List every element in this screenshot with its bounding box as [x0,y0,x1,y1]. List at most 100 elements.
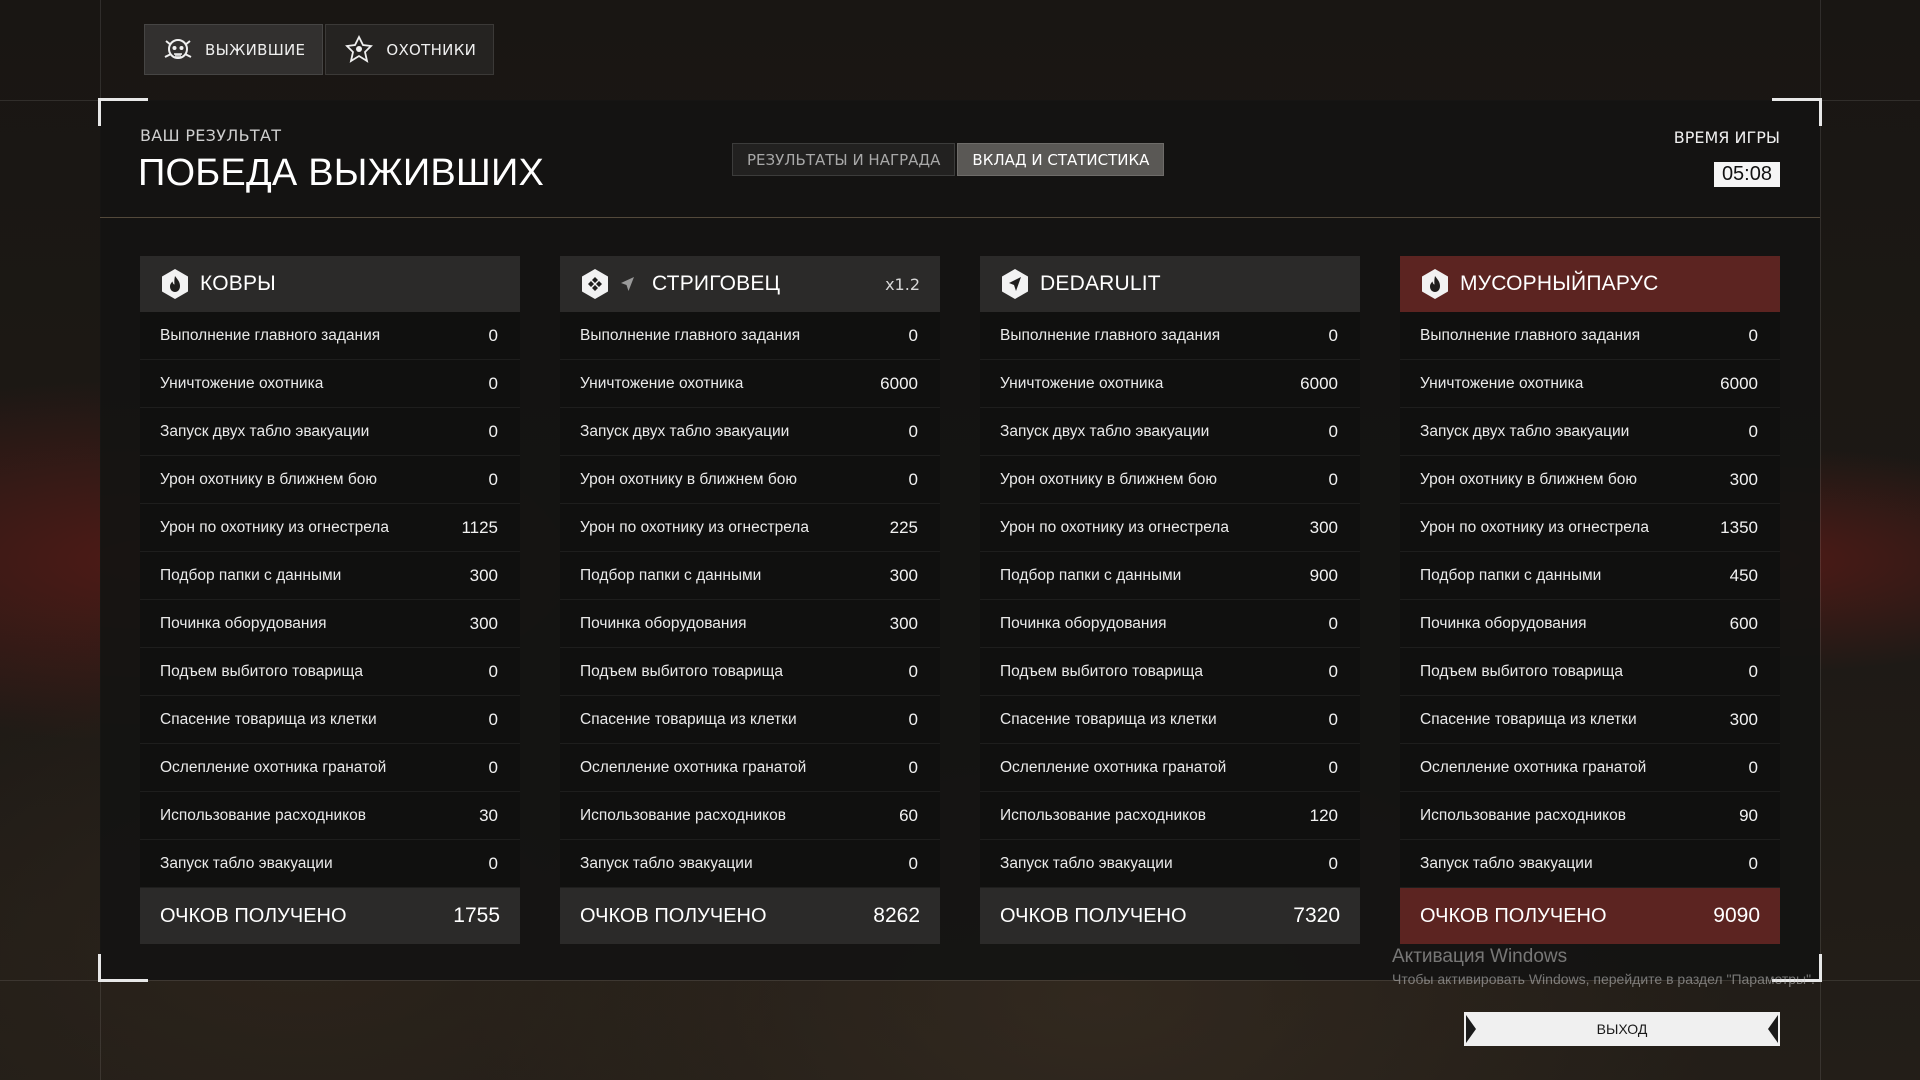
stat-row: Урон по охотнику из огнестрела 1350 [1400,504,1780,552]
stat-value: 0 [1328,325,1338,345]
hunter-emblem-icon [345,34,374,63]
player-icons [1420,268,1450,300]
tab-survivors[interactable]: ВЫЖИВШИЕ [144,24,324,75]
stat-value: 0 [1748,661,1758,681]
points-total-label: ОЧКОВ ПОЛУЧЕНО [160,904,347,927]
stat-row: Урон охотнику в ближнем бою 0 [980,456,1360,504]
result-label: ВАШ РЕЗУЛЬТАТ [140,126,282,145]
stat-value: 300 [889,565,918,585]
stat-value: 300 [1729,709,1758,729]
stat-value: 0 [1748,853,1758,873]
player-icons [580,268,642,300]
flame-hex-icon [1420,268,1450,300]
stat-row: Починка оборудования 300 [560,600,940,648]
tab-survivors-label: ВЫЖИВШИЕ [205,40,306,59]
windows-activation-watermark: Активация Windows Чтобы активировать Win… [1392,946,1815,987]
stat-row: Урон охотнику в ближнем бою 300 [1400,456,1780,504]
flame-hex-icon [160,268,190,300]
stat-label: Починка оборудования [160,614,327,632]
stat-label: Уничтожение охотника [160,374,324,392]
stat-value: 0 [488,373,498,393]
stat-label: Урон по охотнику из огнестрела [1420,518,1649,536]
stat-row: Подъем выбитого товарища 0 [1400,648,1780,696]
stat-row: Запуск двух табло эвакуации 0 [140,408,520,456]
stat-value: 600 [1729,613,1758,633]
player-card: КОВРЫ Выполнение главного задания 0 Уничтож… [140,256,520,944]
stat-row: Уничтожение охотника 6000 [560,360,940,408]
stat-label: Запуск двух табло эвакуации [580,422,790,440]
stat-label: Выполнение главного задания [1420,326,1641,344]
stat-label: Уничтожение охотника [1000,374,1164,392]
stat-row: Ослепление охотника гранатой 0 [980,744,1360,792]
stat-value: 0 [488,757,498,777]
stat-label: Запуск табло эвакуации [1420,854,1593,872]
stat-row: Выполнение главного задания 0 [140,312,520,360]
player-name: МУСОРНЫЙПАРУС [1460,272,1659,295]
points-total-row: ОЧКОВ ПОЛУЧЕНО 7320 [980,888,1360,944]
game-time-value: 05:08 [1713,162,1780,187]
stat-value: 900 [1309,565,1338,585]
stat-value: 6000 [880,373,918,393]
stat-label: Использование расходников [1000,806,1206,824]
stat-row: Спасение товарища из клетки 300 [1400,696,1780,744]
stat-row: Починка оборудования 300 [140,600,520,648]
stat-value: 0 [1748,421,1758,441]
player-icons [160,268,190,300]
stat-row: Подбор папки с данными 900 [980,552,1360,600]
arrow-hex-icon [1000,268,1030,300]
stat-row: Подъем выбитого товарища 0 [980,648,1360,696]
stat-value: 300 [1729,469,1758,489]
score-multiplier: x1.2 [885,274,920,294]
stat-label: Уничтожение охотника [1420,374,1584,392]
stat-row: Уничтожение охотника 0 [140,360,520,408]
team-tabs: ВЫЖИВШИЕ ОХОТНИКИ [144,24,495,75]
stat-row: Запуск табло эвакуации 0 [560,840,940,888]
tab-contribution-stats[interactable]: ВКЛАД И СТАТИСТИКА [957,143,1165,176]
stat-value: 0 [908,709,918,729]
stat-label: Ослепление охотника гранатой [160,758,387,776]
stat-label: Ослепление охотника гранатой [1420,758,1647,776]
stat-label: Урон по охотнику из огнестрела [160,518,389,536]
stat-value: 6000 [1720,373,1758,393]
stat-row: Подбор папки с данными 450 [1400,552,1780,600]
tab-hunters[interactable]: ОХОТНИКИ [325,24,495,75]
watermark-subtitle: Чтобы активировать Windows, перейдите в … [1392,971,1815,987]
stat-label: Использование расходников [580,806,786,824]
stat-value: 300 [889,613,918,633]
stat-row: Спасение товарища из клетки 0 [560,696,940,744]
stat-row: Подбор папки с данными 300 [560,552,940,600]
player-card: СТРИГОВЕЦ x1.2 Выполнение главного задания… [560,256,940,944]
results-header: ВАШ РЕЗУЛЬТАТ ПОБЕДА ВЫЖИВШИХ РЕЗУЛЬТАТЫ… [100,100,1820,218]
dpad-hex-icon [580,268,610,300]
points-total-value: 8262 [873,904,920,927]
points-total-label: ОЧКОВ ПОЛУЧЕНО [1420,904,1607,927]
stat-value: 6000 [1300,373,1338,393]
player-card-header: DEDARULIT [980,256,1360,312]
stat-value: 0 [908,661,918,681]
player-cards: КОВРЫ Выполнение главного задания 0 Уничтож… [140,256,1780,944]
stat-label: Урон по охотнику из огнестрела [1000,518,1229,536]
stat-row: Ослепление охотника гранатой 0 [1400,744,1780,792]
points-total-value: 9090 [1713,904,1760,927]
stat-value: 0 [1328,613,1338,633]
stat-value: 0 [488,325,498,345]
stat-row: Починка оборудования 600 [1400,600,1780,648]
stat-value: 90 [1739,805,1758,825]
stat-value: 1125 [461,517,498,537]
stat-row: Починка оборудования 0 [980,600,1360,648]
stat-label: Уничтожение охотника [580,374,744,392]
tab-results-rewards[interactable]: РЕЗУЛЬТАТЫ И НАГРАДА [732,143,956,176]
stat-value: 0 [1328,421,1338,441]
stat-value: 0 [908,325,918,345]
player-card: DEDARULIT Выполнение главного задания 0 Уни… [980,256,1360,944]
stat-label: Урон по охотнику из огнестрела [580,518,809,536]
stat-label: Запуск табло эвакуации [580,854,753,872]
stat-label: Выполнение главного задания [160,326,381,344]
stat-label: Спасение товарища из клетки [1420,710,1637,728]
stat-row: Использование расходников 120 [980,792,1360,840]
stat-value: 0 [1328,757,1338,777]
stat-row: Использование расходников 90 [1400,792,1780,840]
stat-value: 0 [1328,853,1338,873]
exit-button[interactable]: ВЫХОД [1464,1012,1780,1046]
stat-label: Починка оборудования [580,614,747,632]
